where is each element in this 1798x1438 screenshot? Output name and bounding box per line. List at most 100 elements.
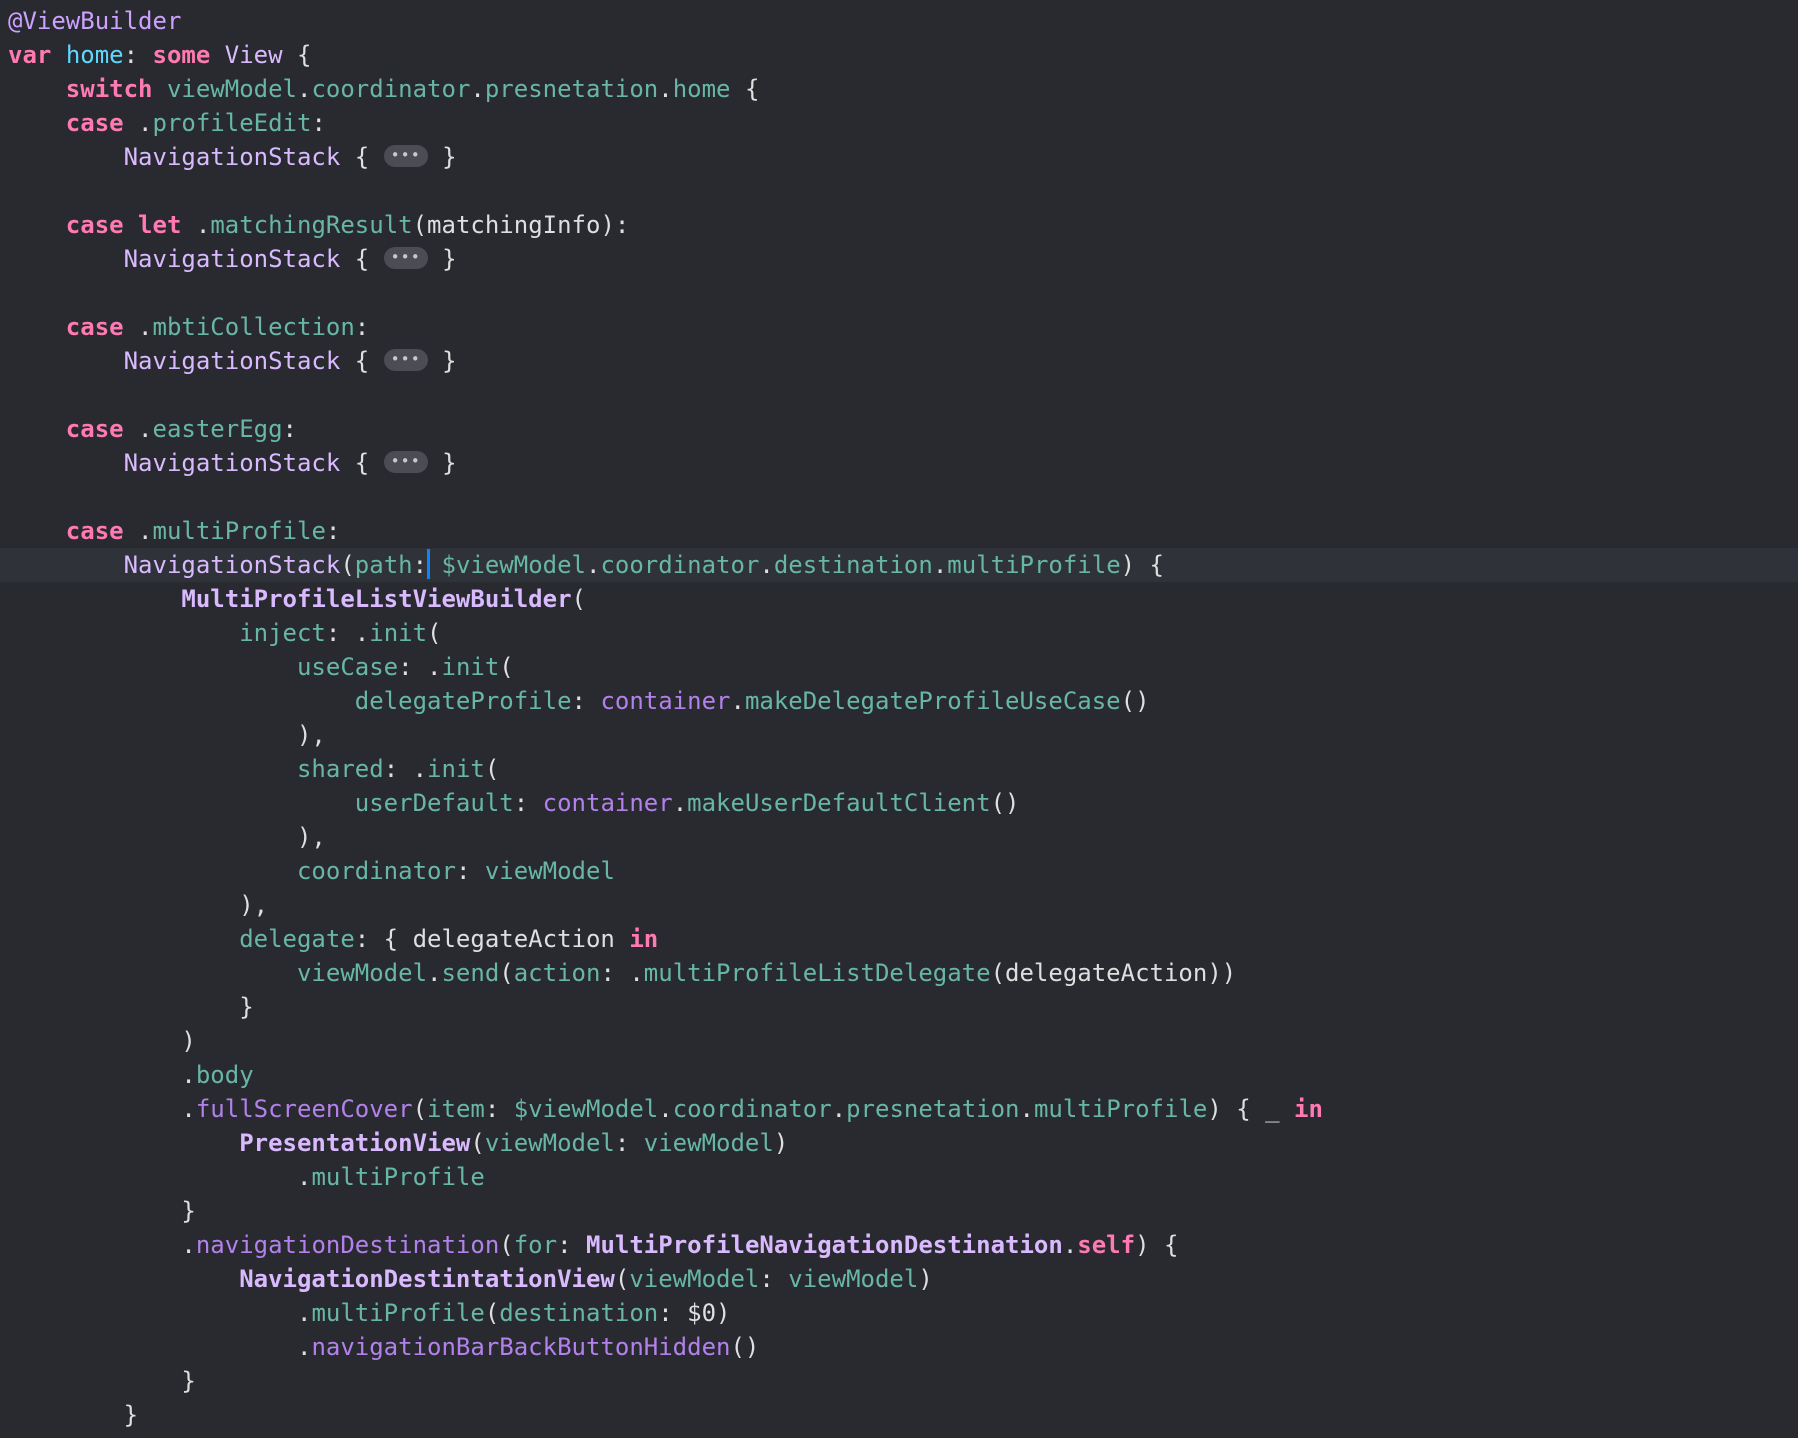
code-token: action xyxy=(513,959,601,987)
code-token: ( xyxy=(499,959,514,987)
source-code[interactable]: @ViewBuilder var home: some View { switch… xyxy=(0,4,1798,1432)
code-line[interactable]: @ViewBuilder xyxy=(8,4,1323,38)
code-token: . xyxy=(672,789,688,817)
code-line[interactable]: } xyxy=(8,1364,1323,1398)
code-line[interactable] xyxy=(8,174,1323,208)
code-token: () xyxy=(1120,687,1150,715)
code-token: @ViewBuilder xyxy=(8,7,182,35)
code-line[interactable]: case .mbtiCollection: xyxy=(8,310,1323,344)
code-token: } xyxy=(8,1197,196,1225)
code-token: . xyxy=(586,551,601,579)
code-fold-button[interactable]: ••• xyxy=(383,349,428,371)
code-line[interactable]: MultiProfileListViewBuilder( xyxy=(8,582,1323,616)
code-line[interactable]: } xyxy=(8,990,1323,1024)
code-fold-button[interactable]: ••• xyxy=(383,451,428,473)
code-token: self xyxy=(1077,1231,1136,1259)
code-line[interactable]: NavigationDestintationView(viewModel: vi… xyxy=(8,1262,1323,1296)
code-token: ( xyxy=(340,551,355,579)
code-token: { xyxy=(282,41,312,69)
code-line[interactable]: .fullScreenCover(item: $viewModel.coordi… xyxy=(8,1092,1323,1126)
code-line[interactable]: delegate: { delegateAction in xyxy=(8,922,1323,956)
code-line[interactable]: ), xyxy=(8,820,1323,854)
code-token: multiProfile xyxy=(311,1299,485,1327)
code-token: mbtiCollection xyxy=(152,313,355,341)
code-token: viewModel xyxy=(629,1265,760,1293)
code-token: : xyxy=(325,517,341,545)
code-line[interactable] xyxy=(8,276,1323,310)
code-token: destination xyxy=(773,551,933,579)
code-token: . xyxy=(8,1231,196,1259)
code-token: . xyxy=(1019,1095,1034,1123)
code-line[interactable]: switch viewModel.coordinator.presnetatio… xyxy=(8,72,1323,106)
code-line[interactable]: case .multiProfile: xyxy=(8,514,1323,548)
code-line[interactable]: .multiProfile(destination: $0) xyxy=(8,1296,1323,1330)
code-line[interactable]: NavigationStack { ••• } xyxy=(8,446,1323,480)
code-line[interactable]: NavigationStack { ••• } xyxy=(8,242,1323,276)
code-fold-button[interactable]: ••• xyxy=(383,145,428,167)
code-token: ) xyxy=(773,1129,789,1157)
code-token: init xyxy=(369,619,428,647)
code-token: ) xyxy=(8,1027,196,1055)
code-token: : . xyxy=(398,653,442,681)
code-editor[interactable]: @ViewBuilder var home: some View { switch… xyxy=(0,0,1798,1438)
code-line[interactable]: case .profileEdit: xyxy=(8,106,1323,140)
code-line[interactable]: .multiProfile xyxy=(8,1160,1323,1194)
code-line[interactable] xyxy=(8,378,1323,412)
code-token: : xyxy=(412,551,428,579)
code-token: $viewModel xyxy=(441,551,587,579)
code-line[interactable]: userDefault: container.makeUserDefaultCl… xyxy=(8,786,1323,820)
code-line[interactable]: var home: some View { xyxy=(8,38,1323,72)
code-line[interactable]: useCase: .init( xyxy=(8,650,1323,684)
code-token: body xyxy=(195,1061,254,1089)
current-code-line[interactable]: NavigationStack(path: $viewModel.coordin… xyxy=(0,548,1798,582)
code-token: : xyxy=(557,1231,586,1259)
code-line[interactable]: ), xyxy=(8,718,1323,752)
code-token: ( xyxy=(484,1299,500,1327)
code-line[interactable]: .body xyxy=(8,1058,1323,1092)
code-token: coordinator xyxy=(296,857,456,885)
code-token: path xyxy=(354,551,413,579)
code-line[interactable]: NavigationStack { ••• } xyxy=(8,344,1323,378)
code-line[interactable] xyxy=(8,480,1323,514)
code-token: in xyxy=(629,925,659,953)
code-token: : xyxy=(571,687,601,715)
code-token: : xyxy=(614,1129,644,1157)
code-token: : { delegateAction xyxy=(354,925,630,953)
code-token: case xyxy=(65,415,124,443)
code-token: NavigationDestintationView xyxy=(239,1265,615,1293)
code-token: ) xyxy=(918,1265,933,1293)
code-token: ) { xyxy=(1135,1231,1179,1259)
code-line[interactable]: } xyxy=(8,1194,1323,1228)
code-line[interactable]: } xyxy=(8,1398,1323,1432)
code-token: NavigationStack xyxy=(123,347,341,375)
code-line[interactable]: .navigationBarBackButtonHidden() xyxy=(8,1330,1323,1364)
code-line[interactable]: ), xyxy=(8,888,1323,922)
code-token: case xyxy=(65,211,124,239)
code-token: PresentationView xyxy=(239,1129,471,1157)
code-token: item xyxy=(427,1095,485,1123)
code-line[interactable]: delegateProfile: container.makeDelegateP… xyxy=(8,684,1323,718)
code-line[interactable]: case .easterEgg: xyxy=(8,412,1323,446)
code-line[interactable]: PresentationView(viewModel: viewModel) xyxy=(8,1126,1323,1160)
code-token: : $0) xyxy=(658,1299,731,1327)
code-token: ( xyxy=(470,1129,485,1157)
code-line[interactable]: .navigationDestination(for: MultiProfile… xyxy=(8,1228,1323,1262)
code-line[interactable]: inject: .init( xyxy=(8,616,1323,650)
code-line[interactable]: case let .matchingResult(matchingInfo): xyxy=(8,208,1323,242)
code-token: ) { _ xyxy=(1207,1095,1295,1123)
code-token: case xyxy=(65,313,124,341)
code-token: ) { xyxy=(1120,551,1165,579)
code-line[interactable]: coordinator: viewModel xyxy=(8,854,1323,888)
code-line[interactable]: viewModel.send(action: .multiProfileList… xyxy=(8,956,1323,990)
code-fold-button[interactable]: ••• xyxy=(383,247,428,269)
code-line[interactable]: NavigationStack { ••• } xyxy=(8,140,1323,174)
code-token: NavigationStack xyxy=(123,245,341,273)
code-line[interactable]: shared: .init( xyxy=(8,752,1323,786)
code-line[interactable]: ) xyxy=(8,1024,1323,1058)
